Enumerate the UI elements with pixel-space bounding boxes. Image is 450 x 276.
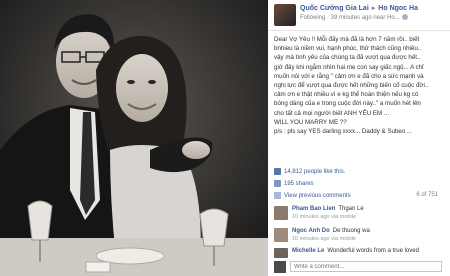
tagged-person-link[interactable]: Ho Ngoc Ha <box>378 5 418 12</box>
couple-photo-image <box>0 0 268 276</box>
author-link[interactable]: Quốc Cường Gia Lai <box>300 5 369 12</box>
commenter-name[interactable]: Ngoc Anh Do <box>292 228 330 234</box>
comment-time[interactable]: 10 minutes ago via mobile <box>292 236 356 242</box>
write-comment-row <box>274 261 444 273</box>
comment-input[interactable] <box>290 261 442 272</box>
current-user-avatar <box>274 261 286 273</box>
photo[interactable] <box>0 0 268 276</box>
author-avatar[interactable] <box>274 4 296 26</box>
likes-summary[interactable]: 14,812 people like this. <box>274 168 444 178</box>
facebook-photo-viewer: Quốc Cường Gia Lai ▸ Ho Ngoc Ha Following … <box>0 0 450 276</box>
post-header: Quốc Cường Gia Lai ▸ Ho Ngoc Ha Following … <box>268 0 450 31</box>
globe-icon <box>401 14 408 21</box>
comment-item: Pham Bao Lien Thgan Le 10 minutes ago via… <box>274 205 444 225</box>
shares-text[interactable]: 195 shares <box>284 181 314 187</box>
shares-summary[interactable]: 195 shares <box>274 180 444 190</box>
post-panel: Quốc Cường Gia Lai ▸ Ho Ngoc Ha Following … <box>268 0 450 276</box>
post-message: Dear Vợ Yêu !! Mỗi đấy mà đã là hơn 7 nă… <box>274 36 429 136</box>
commenter-name[interactable]: Pham Bao Lien <box>292 206 335 212</box>
thumbs-up-icon <box>274 168 281 175</box>
tag-separator-icon: ▸ <box>371 5 376 12</box>
view-previous-label[interactable]: View previous comments <box>284 193 351 199</box>
share-icon <box>274 180 281 187</box>
commenter-avatar[interactable] <box>274 228 288 242</box>
comment-item: Michelle Le Wonderful words from a true l… <box>274 247 444 259</box>
comment-item: Ngoc Anh Do De thuong wa 10 minutes ago v… <box>274 227 444 247</box>
comment-body: Michelle Le Wonderful words from a true l… <box>292 247 444 255</box>
comment-bubble-icon <box>274 192 281 199</box>
comment-text: Wonderful words from a true loved <box>327 248 419 254</box>
comment-body: Pham Bao Lien Thgan Le 10 minutes ago via… <box>292 205 444 221</box>
view-previous-comments[interactable]: View previous comments 6 of 751 <box>274 192 444 202</box>
comment-body: Ngoc Anh Do De thuong wa 10 minutes ago v… <box>292 227 444 243</box>
commenter-name[interactable]: Michelle Le <box>292 248 324 254</box>
post-time[interactable]: Following · 39 minutes ago near Ho... <box>300 15 400 21</box>
author-info: Quốc Cường Gia Lai ▸ Ho Ngoc Ha Following … <box>300 4 418 23</box>
comment-text: De thuong wa <box>332 228 370 234</box>
commenter-avatar[interactable] <box>274 248 288 258</box>
comment-text: Thgan Le <box>338 206 364 212</box>
likes-text[interactable]: 14,812 people like this. <box>284 169 345 175</box>
commenter-avatar[interactable] <box>274 206 288 220</box>
comment-time[interactable]: 10 minutes ago via mobile <box>292 214 356 220</box>
post-meta: Following · 39 minutes ago near Ho... <box>300 14 418 23</box>
comment-count: 6 of 751 <box>416 192 438 198</box>
